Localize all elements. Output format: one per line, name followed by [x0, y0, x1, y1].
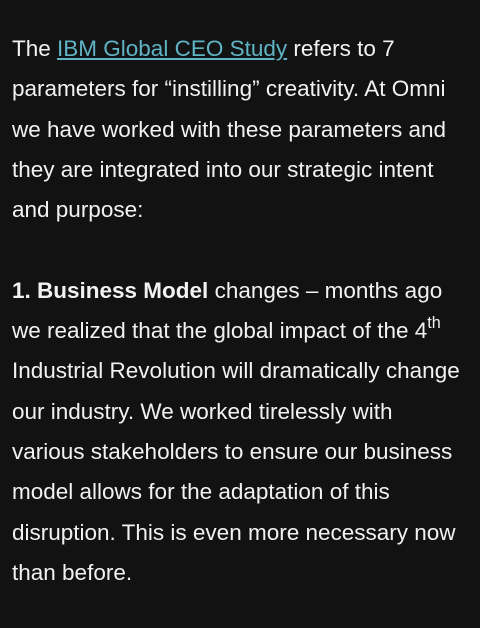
article-body: The IBM Global CEO Study refers to 7 par… — [0, 0, 480, 593]
intro-paragraph: The IBM Global CEO Study refers to 7 par… — [12, 29, 468, 230]
business-model-text-end: Industrial Revolution will dramatically … — [12, 358, 460, 585]
ordinal-superscript: th — [427, 314, 441, 333]
intro-prefix: The — [12, 36, 58, 61]
intro-suffix: refers to 7 parameters for “instilling” … — [12, 36, 446, 223]
business-model-heading: 1. Business Model — [12, 277, 209, 303]
ibm-ceo-study-link[interactable]: IBM Global CEO Study — [57, 36, 287, 61]
business-model-paragraph: 1. Business Model changes – months ago w… — [12, 271, 468, 593]
